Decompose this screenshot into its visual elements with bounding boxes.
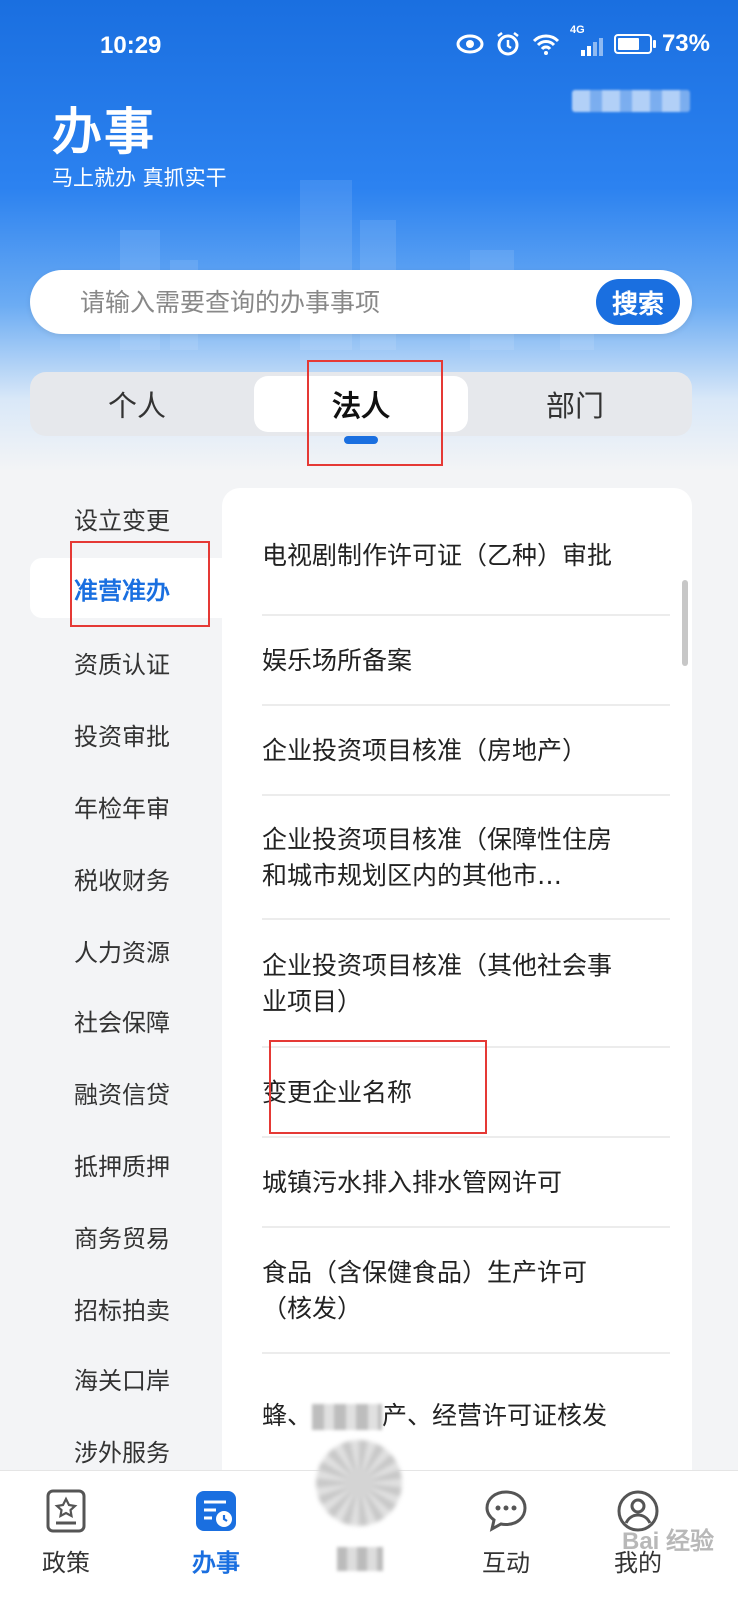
baidu-watermark: Bai 经验 xyxy=(621,1528,714,1555)
category-item[interactable]: 抵押质押 xyxy=(30,1134,222,1194)
category-item-label: 准营准办 xyxy=(74,576,170,605)
tab-personal[interactable]: 个人 xyxy=(30,376,244,432)
category-item-active[interactable]: 准营准办 xyxy=(30,558,232,618)
service-item-text-start: 蜂、 xyxy=(262,1401,313,1430)
signal-icon: 4G xyxy=(570,24,604,58)
category-item[interactable]: 资质认证 xyxy=(30,632,222,692)
service-item-text-end: 产、经营许可证核发 xyxy=(382,1401,608,1430)
category-item[interactable]: 海关口岸 xyxy=(30,1348,222,1408)
category-item[interactable]: 融资信贷 xyxy=(30,1062,222,1122)
active-tab-indicator xyxy=(344,436,378,444)
service-item[interactable]: 娱乐场所备案 xyxy=(262,618,670,706)
tab-department[interactable]: 部门 xyxy=(468,376,682,432)
wifi-icon xyxy=(532,30,560,58)
service-item[interactable]: 企业投资项目核准（保障性住房和城市规划区内的其他市… xyxy=(262,798,670,920)
bottom-nav-interact[interactable]: 互动 xyxy=(446,1487,566,1591)
user-name-blurred[interactable] xyxy=(572,90,690,112)
list-scrollbar[interactable] xyxy=(682,580,688,666)
service-item[interactable]: 企业投资项目核准（其他社会事业项目） xyxy=(262,922,670,1048)
chat-icon xyxy=(482,1487,530,1535)
battery-icon xyxy=(613,34,656,54)
policy-icon xyxy=(42,1487,90,1535)
bottom-nav-policy[interactable]: 政策 xyxy=(6,1487,126,1591)
battery-percent: 73% xyxy=(661,30,710,57)
eye-icon xyxy=(456,30,484,58)
blurred-text xyxy=(312,1404,383,1430)
search-button[interactable]: 搜索 xyxy=(596,279,680,325)
bottom-nav-label: 办事 xyxy=(192,1549,240,1577)
service-item[interactable]: 城镇污水排入排水管网许可 xyxy=(262,1140,670,1228)
status-time: 10:29 xyxy=(100,32,162,59)
category-item[interactable]: 招标拍卖 xyxy=(30,1278,222,1338)
service-item[interactable]: 变更企业名称 xyxy=(262,1050,670,1138)
category-item[interactable]: 税收财务 xyxy=(30,848,222,908)
bottom-nav-label: 互动 xyxy=(482,1549,530,1577)
search-input[interactable] xyxy=(80,280,580,324)
page-slogan: 马上就办 真抓实干 xyxy=(52,166,227,190)
center-icon[interactable] xyxy=(316,1440,402,1526)
battery-level xyxy=(617,38,639,50)
bottom-nav-affairs[interactable]: 办事 xyxy=(156,1487,276,1591)
entity-type-tabs: 个人 法人 部门 xyxy=(30,372,692,444)
tab-legal-entity-label: 法人 xyxy=(331,389,390,423)
bottom-nav-label: 政策 xyxy=(42,1549,90,1577)
category-item[interactable]: 社会保障 xyxy=(30,990,222,1050)
service-item[interactable]: 企业投资项目核准（房地产） xyxy=(262,708,670,796)
service-item[interactable]: 食品（含保健食品）生产许可（核发） xyxy=(262,1230,670,1354)
status-bar: 10:29 4G 73% xyxy=(0,0,738,90)
alarm-icon xyxy=(494,30,522,58)
service-item[interactable]: 电视剧制作许可证（乙种）审批 xyxy=(262,498,670,616)
page-title: 办事 xyxy=(52,103,156,161)
category-item[interactable]: 商务贸易 xyxy=(30,1206,222,1266)
network-label: 4G xyxy=(569,24,585,36)
category-item[interactable]: 年检年审 xyxy=(30,776,222,836)
tab-legal-entity[interactable]: 法人 xyxy=(254,376,468,444)
service-list: 电视剧制作许可证（乙种）审批 娱乐场所备案 企业投资项目核准（房地产） 企业投资… xyxy=(222,488,692,1472)
category-item[interactable]: 投资审批 xyxy=(30,704,222,764)
blurred-label xyxy=(337,1547,383,1571)
search-bar: 搜索 xyxy=(30,270,692,334)
category-item[interactable]: 设立变更 xyxy=(30,488,222,548)
category-sidebar: 设立变更 准营准办 资质认证 投资审批 年检年审 税收财务 人力资源 社会保障 … xyxy=(0,482,232,1472)
affairs-icon xyxy=(192,1487,240,1535)
service-item[interactable]: 蜂、 产、经营许可证核发 xyxy=(262,1356,670,1472)
category-item[interactable]: 人力资源 xyxy=(30,920,222,980)
